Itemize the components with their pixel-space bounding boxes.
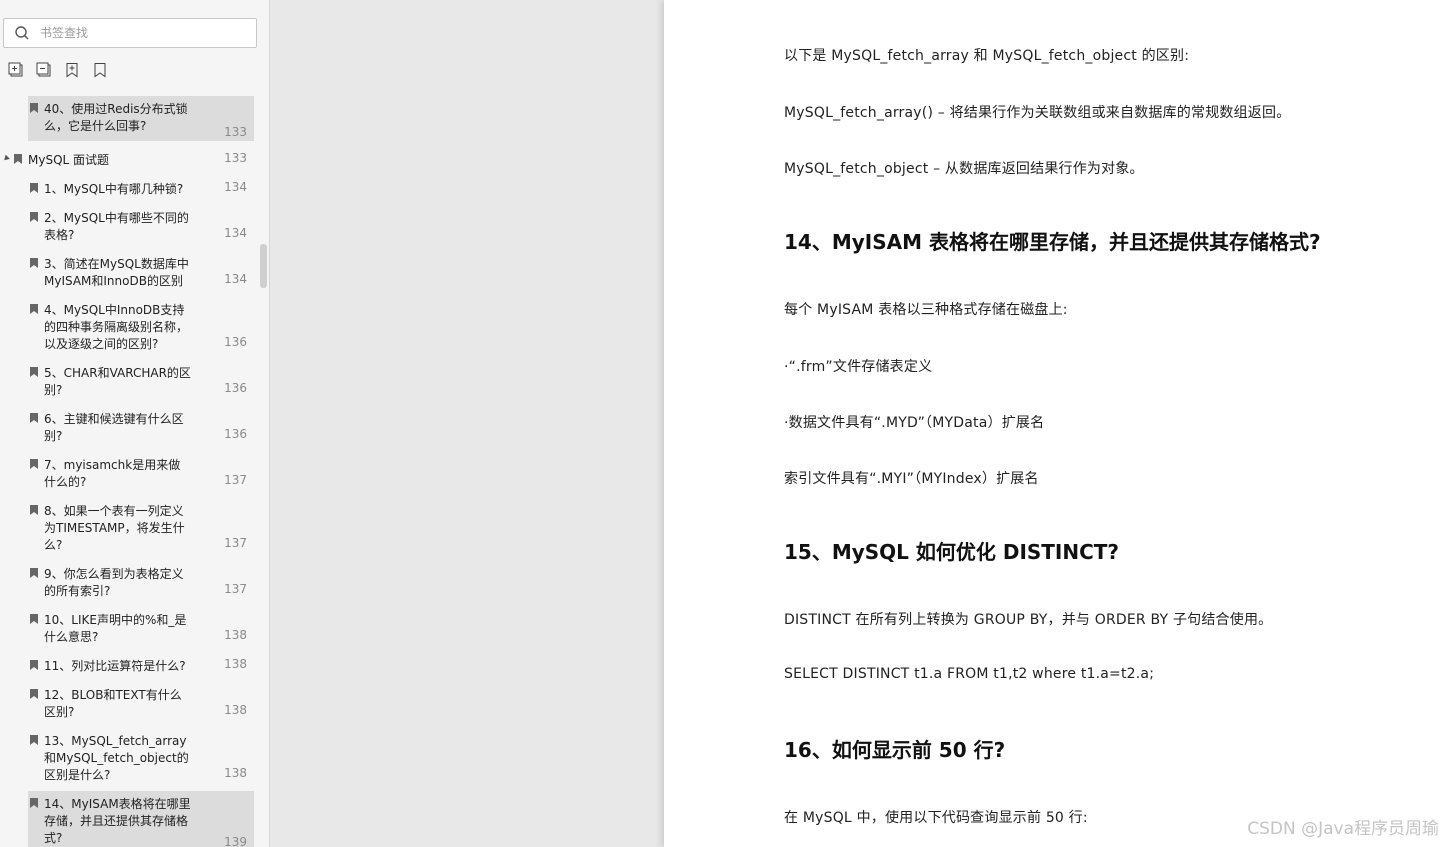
paragraph: 在 MySQL 中，使用以下代码查询显示前 50 行: [784,810,1088,826]
bookmark-page-number: 134 [224,272,247,286]
bookmark-item[interactable]: 8、如果一个表有一列定义为TIMESTAMP，将发生什么? 137 [0,498,262,552]
bookmark-sidebar: 40、使用过Redis分布式锁么，它是什么回事? 133 MySQL 面试题 133 1… [0,0,270,847]
bookmark-toolbar [8,61,108,81]
bookmark-page-number: 138 [224,703,247,717]
bookmark-flag-icon [30,735,38,745]
bookmark-item[interactable]: 4、MySQL中InnoDB支持的四种事务隔离级别名称，以及逐级之间的区别? 13… [0,297,262,351]
bookmark-flag-icon [30,459,38,469]
expand-all-icon [8,62,23,77]
paragraph: 以下是 MySQL_fetch_array 和 MySQL_fetch_obje… [784,48,1190,64]
section-heading: 14、MyISAM 表格将在哪里存储，并且还提供其存储格式? [784,230,1321,254]
bookmark-flag-icon [30,660,38,670]
bookmark-group[interactable]: MySQL 面试题 133 [0,147,262,167]
bookmark-flag-icon [30,103,38,113]
bookmark-page-number: 138 [224,766,247,780]
bookmark-label: 13、MySQL_fetch_array和MySQL_fetch_object的… [44,734,189,782]
bookmark-flag-icon [30,798,38,808]
bookmark-flag-icon [30,367,38,377]
paragraph: 索引文件具有“.MYI”（MYIndex）扩展名 [784,471,1039,487]
bookmark-flag-icon [30,505,38,515]
bookmark-list: 40、使用过Redis分布式锁么，它是什么回事? 133 MySQL 面试题 133 1… [0,96,262,847]
bookmark-flag-icon [30,413,38,423]
bookmark-page-number: 137 [224,582,247,596]
bookmark-label: MySQL 面试题 [28,153,110,167]
bookmark-button[interactable] [92,61,108,79]
bookmark-label: 7、myisamchk是用来做什么的? [44,458,181,489]
bookmark-item[interactable]: 12、BLOB和TEXT有什么区别? 138 [0,682,262,719]
add-bookmark-button[interactable] [64,61,80,79]
bookmark-search-input[interactable] [40,26,240,40]
bookmark-page-number: 138 [224,657,247,671]
paragraph: DISTINCT 在所有列上转换为 GROUP BY，并与 ORDER BY 子… [784,612,1273,628]
bookmark-flag-icon [30,212,38,222]
bookmark-label: 10、LIKE声明中的%和_是什么意思? [44,613,187,644]
paragraph: MySQL_fetch_array() – 将结果行作为关联数组或来自数据库的常… [784,105,1291,121]
bookmark-item[interactable]: 6、主键和候选键有什么区别? 136 [0,406,262,443]
bookmark-flag-icon [30,568,38,578]
bookmark-label: 11、列对比运算符是什么? [44,659,186,673]
document-background [271,0,664,847]
bookmark-page-number: 133 [224,125,247,139]
sidebar-scrollbar-thumb[interactable] [260,244,267,288]
collapse-all-icon [36,62,51,77]
add-bookmark-icon [66,63,78,78]
bookmark-page-number: 136 [224,427,247,441]
bookmark-flag-icon [30,689,38,699]
bookmark-item[interactable]: 40、使用过Redis分布式锁么，它是什么回事? 133 [0,96,262,141]
bookmark-page-number: 134 [224,226,247,240]
expand-all-button[interactable] [8,61,24,79]
bookmark-item[interactable]: 2、MySQL中有哪些不同的表格? 134 [0,205,262,242]
bookmark-flag-icon [30,183,38,193]
bookmark-item[interactable]: 9、你怎么看到为表格定义的所有索引? 137 [0,561,262,598]
paragraph: MySQL_fetch_object – 从数据库返回结果行作为对象。 [784,161,1144,177]
bookmark-item[interactable]: 5、CHAR和VARCHAR的区别? 136 [0,360,262,397]
bookmark-item[interactable]: 1、MySQL中有哪几种锁? 134 [0,176,262,196]
bookmark-page-number: 133 [224,151,247,165]
bookmark-icon [94,63,106,78]
bookmark-page-number: 139 [224,835,247,847]
collapse-all-button[interactable] [36,61,52,79]
bookmark-item[interactable]: 11、列对比运算符是什么? 138 [0,653,262,673]
bookmark-flag-icon [14,154,22,164]
section-heading: 16、如何显示前 50 行? [784,738,1006,762]
section-heading: 15、MySQL 如何优化 DISTINCT? [784,540,1120,564]
bookmark-label: 1、MySQL中有哪几种锁? [44,182,184,196]
bookmark-label: 3、简述在MySQL数据库中MyISAM和InnoDB的区别 [44,257,189,288]
bookmark-label: 8、如果一个表有一列定义为TIMESTAMP，将发生什么? [44,504,185,552]
bookmark-item[interactable]: 10、LIKE声明中的%和_是什么意思? 138 [0,607,262,644]
bookmark-item[interactable]: 13、MySQL_fetch_array和MySQL_fetch_object的… [0,728,262,782]
bookmark-label: 2、MySQL中有哪些不同的表格? [44,211,189,242]
bookmark-page-number: 137 [224,536,247,550]
code-line: SELECT DISTINCT t1.a FROM t1,t2 where t1… [784,666,1155,682]
bookmark-flag-icon [30,304,38,314]
search-icon [15,26,29,40]
bookmark-label: 5、CHAR和VARCHAR的区别? [44,366,191,397]
bookmark-label: 12、BLOB和TEXT有什么区别? [44,688,182,719]
bookmark-label: 6、主键和候选键有什么区别? [44,412,184,443]
document-page: 以下是 MySQL_fetch_array 和 MySQL_fetch_obje… [664,0,1453,847]
bookmark-flag-icon [30,258,38,268]
paragraph: ·“.frm”文件存储表定义 [784,359,933,375]
bookmark-label: 4、MySQL中InnoDB支持的四种事务隔离级别名称，以及逐级之间的区别? [44,303,189,351]
bookmark-page-number: 138 [224,628,247,642]
bookmark-flag-icon [30,614,38,624]
bookmark-page-number: 136 [224,381,247,395]
paragraph: 每个 MyISAM 表格以三种格式存储在磁盘上: [784,302,1068,318]
bookmark-search-box[interactable] [3,18,257,48]
bookmark-label: 14、MyISAM表格将在哪里存储，并且还提供其存储格式? [44,797,191,845]
bookmark-page-number: 137 [224,473,247,487]
bookmark-item[interactable]: 7、myisamchk是用来做什么的? 137 [0,452,262,489]
bookmark-page-number: 134 [224,180,247,194]
expand-arrow-icon[interactable] [2,154,10,163]
paragraph: ·数据文件具有“.MYD”（MYData）扩展名 [784,415,1045,431]
bookmark-label: 9、你怎么看到为表格定义的所有索引? [44,567,184,598]
watermark: CSDN @Java程序员周瑜 [1247,819,1439,839]
bookmark-page-number: 136 [224,335,247,349]
bookmark-label: 40、使用过Redis分布式锁么，它是什么回事? [44,102,188,133]
bookmark-item[interactable]: 3、简述在MySQL数据库中MyISAM和InnoDB的区别 134 [0,251,262,288]
bookmark-item[interactable]: 14、MyISAM表格将在哪里存储，并且还提供其存储格式? 139 [0,791,262,847]
